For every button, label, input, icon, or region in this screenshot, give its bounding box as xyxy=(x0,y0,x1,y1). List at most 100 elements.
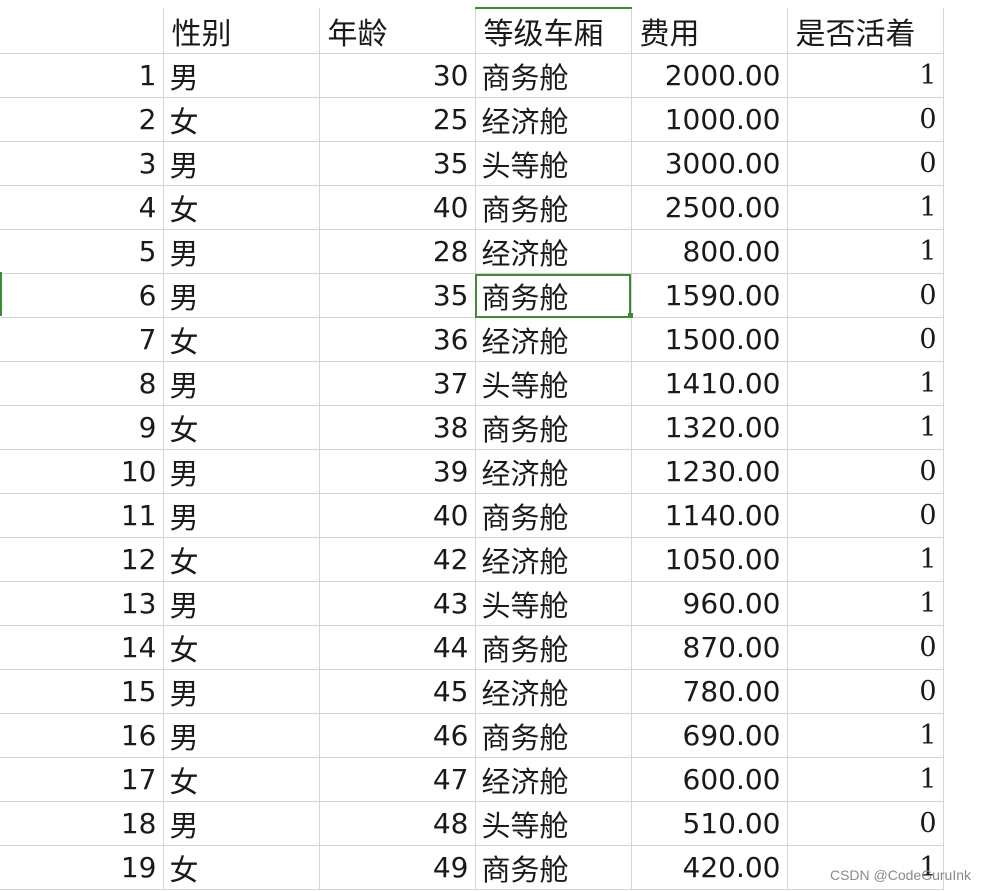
cell-age[interactable]: 36 xyxy=(319,317,476,362)
cell-gender[interactable]: 男 xyxy=(163,581,320,626)
cell-row-number[interactable]: 9 xyxy=(0,405,164,450)
cell-class[interactable]: 经济舱 xyxy=(475,97,632,142)
cell-gender[interactable]: 男 xyxy=(163,713,320,758)
cell-fee[interactable]: 1000.00 xyxy=(631,97,788,142)
cell-class[interactable]: 头等舱 xyxy=(475,581,632,626)
cell-gender[interactable]: 女 xyxy=(163,845,320,890)
cell-gender[interactable]: 女 xyxy=(163,317,320,362)
cell-row-number[interactable]: 17 xyxy=(0,757,164,802)
cell-age[interactable]: 35 xyxy=(319,273,476,318)
cell-gender[interactable]: 女 xyxy=(163,625,320,670)
cell-fee[interactable]: 800.00 xyxy=(631,229,788,274)
cell-gender[interactable]: 男 xyxy=(163,229,320,274)
cell-fee[interactable]: 1590.00 xyxy=(631,273,788,318)
cell-fee[interactable]: 1320.00 xyxy=(631,405,788,450)
cell-age[interactable]: 25 xyxy=(319,97,476,142)
cell-survived[interactable]: 1 xyxy=(787,757,944,802)
cell-fee[interactable]: 1050.00 xyxy=(631,537,788,582)
cell-survived[interactable]: 0 xyxy=(787,669,944,714)
cell-fee[interactable]: 690.00 xyxy=(631,713,788,758)
cell-survived[interactable]: 1 xyxy=(787,713,944,758)
cell-row-number[interactable]: 12 xyxy=(0,537,164,582)
cell-age[interactable]: 42 xyxy=(319,537,476,582)
cell-age[interactable]: 46 xyxy=(319,713,476,758)
cell-class[interactable]: 头等舱 xyxy=(475,141,632,186)
cell-age[interactable]: 40 xyxy=(319,493,476,538)
cell-survived[interactable]: 0 xyxy=(787,273,944,318)
cell-fee[interactable]: 870.00 xyxy=(631,625,788,670)
cell-fee[interactable]: 2000.00 xyxy=(631,53,788,98)
cell-class[interactable]: 商务舱 xyxy=(475,713,632,758)
cell-gender[interactable]: 男 xyxy=(163,493,320,538)
header-cell-survived[interactable]: 是否活着 xyxy=(787,8,944,54)
cell-fee[interactable]: 960.00 xyxy=(631,581,788,626)
cell-age[interactable]: 40 xyxy=(319,185,476,230)
header-cell-age[interactable]: 年龄 xyxy=(319,8,476,54)
cell-row-number[interactable]: 8 xyxy=(0,361,164,406)
cell-survived[interactable]: 0 xyxy=(787,449,944,494)
cell-gender[interactable]: 女 xyxy=(163,185,320,230)
cell-age[interactable]: 49 xyxy=(319,845,476,890)
cell-class[interactable]: 商务舱 xyxy=(475,53,632,98)
cell-age[interactable]: 45 xyxy=(319,669,476,714)
cell-class[interactable]: 头等舱 xyxy=(475,361,632,406)
cell-survived[interactable]: 1 xyxy=(787,229,944,274)
cell-gender[interactable]: 男 xyxy=(163,361,320,406)
selected-cell[interactable]: 商务舱 xyxy=(475,273,632,318)
cell-survived[interactable]: 0 xyxy=(787,97,944,142)
cell-survived[interactable]: 0 xyxy=(787,141,944,186)
cell-class[interactable]: 商务舱 xyxy=(475,185,632,230)
cell-age[interactable]: 43 xyxy=(319,581,476,626)
cell-age[interactable]: 47 xyxy=(319,757,476,802)
cell-survived[interactable]: 1 xyxy=(787,53,944,98)
cell-row-number[interactable]: 18 xyxy=(0,801,164,846)
cell-gender[interactable]: 男 xyxy=(163,141,320,186)
cell-fee[interactable]: 1500.00 xyxy=(631,317,788,362)
header-cell-index[interactable] xyxy=(0,8,164,54)
cell-row-number[interactable]: 10 xyxy=(0,449,164,494)
cell-survived[interactable]: 1 xyxy=(787,405,944,450)
cell-age[interactable]: 48 xyxy=(319,801,476,846)
header-cell-class[interactable]: 等级车厢 xyxy=(475,7,632,54)
cell-row-number[interactable]: 5 xyxy=(0,229,164,274)
cell-class[interactable]: 商务舱 xyxy=(475,405,632,450)
cell-row-number[interactable]: 15 xyxy=(0,669,164,714)
cell-row-number[interactable]: 2 xyxy=(0,97,164,142)
cell-gender[interactable]: 女 xyxy=(163,97,320,142)
cell-gender[interactable]: 女 xyxy=(163,537,320,582)
cell-age[interactable]: 39 xyxy=(319,449,476,494)
cell-class[interactable]: 经济舱 xyxy=(475,757,632,802)
cell-survived[interactable]: 1 xyxy=(787,361,944,406)
cell-age[interactable]: 30 xyxy=(319,53,476,98)
cell-fee[interactable]: 1410.00 xyxy=(631,361,788,406)
cell-fee[interactable]: 2500.00 xyxy=(631,185,788,230)
cell-age[interactable]: 38 xyxy=(319,405,476,450)
cell-gender[interactable]: 男 xyxy=(163,53,320,98)
cell-age[interactable]: 28 xyxy=(319,229,476,274)
cell-age[interactable]: 35 xyxy=(319,141,476,186)
cell-gender[interactable]: 男 xyxy=(163,449,320,494)
cell-row-number[interactable]: 13 xyxy=(0,581,164,626)
cell-row-number[interactable]: 19 xyxy=(0,845,164,890)
header-cell-fee[interactable]: 费用 xyxy=(631,8,788,54)
cell-fee[interactable]: 3000.00 xyxy=(631,141,788,186)
cell-survived[interactable]: 1 xyxy=(787,537,944,582)
cell-fee[interactable]: 510.00 xyxy=(631,801,788,846)
cell-gender[interactable]: 男 xyxy=(163,273,320,318)
cell-fee[interactable]: 1140.00 xyxy=(631,493,788,538)
cell-row-number[interactable]: 1 xyxy=(0,53,164,98)
cell-class[interactable]: 经济舱 xyxy=(475,317,632,362)
cell-gender[interactable]: 女 xyxy=(163,405,320,450)
cell-age[interactable]: 44 xyxy=(319,625,476,670)
cell-row-number[interactable]: 7 xyxy=(0,317,164,362)
header-cell-gender[interactable]: 性别 xyxy=(163,8,320,54)
cell-class[interactable]: 商务舱 xyxy=(475,845,632,890)
cell-class[interactable]: 经济舱 xyxy=(475,669,632,714)
cell-survived[interactable]: 1 xyxy=(787,581,944,626)
cell-row-number[interactable]: 3 xyxy=(0,141,164,186)
cell-gender[interactable]: 男 xyxy=(163,669,320,714)
cell-survived[interactable]: 0 xyxy=(787,317,944,362)
cell-class[interactable]: 经济舱 xyxy=(475,537,632,582)
cell-age[interactable]: 37 xyxy=(319,361,476,406)
cell-row-number[interactable]: 11 xyxy=(0,493,164,538)
